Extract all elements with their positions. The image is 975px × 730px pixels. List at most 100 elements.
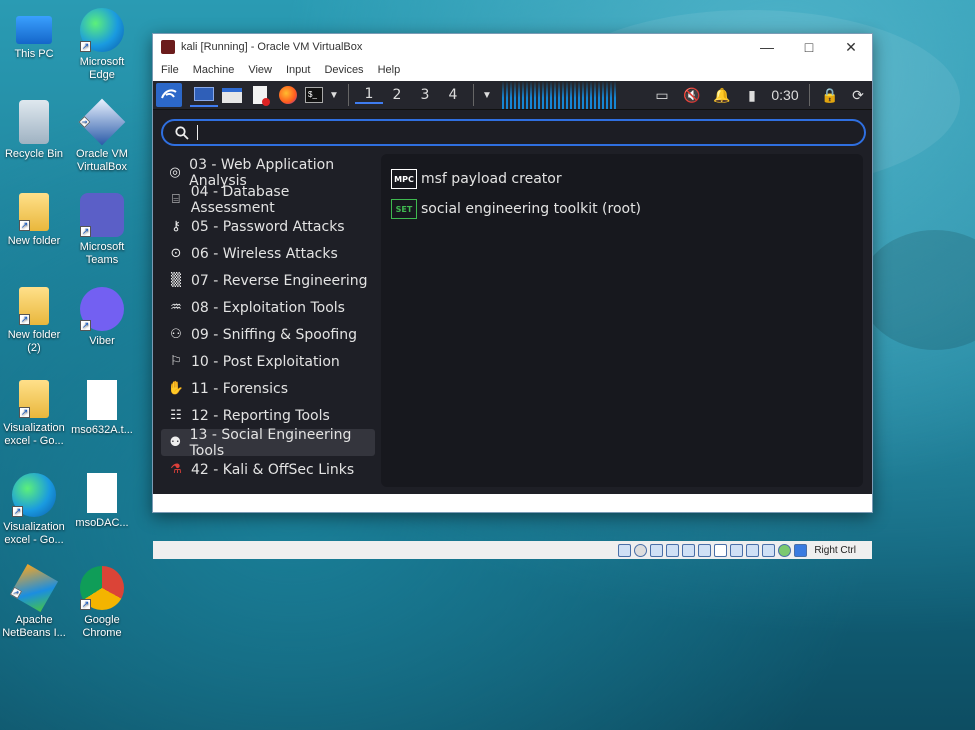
volume-muted-icon[interactable]: 🔇 <box>677 83 707 107</box>
category-item[interactable]: ⚉ 13 - Social Engineering Tools <box>161 426 375 459</box>
cpu-graph <box>502 81 618 109</box>
category-label: 05 - Password Attacks <box>191 218 345 235</box>
category-item[interactable]: ⚷ 05 - Password Attacks <box>161 213 375 240</box>
terminal-icon[interactable]: $_ <box>302 83 326 107</box>
menu-file[interactable]: File <box>161 64 179 76</box>
chevron-down-icon[interactable]: ▼ <box>480 83 494 107</box>
menu-bar: File Machine View Input Devices Help <box>153 60 872 80</box>
workspace-2[interactable]: 2 <box>383 87 411 103</box>
folder-icon: ↗ <box>19 380 49 418</box>
desktop-shortcut-label: New folder <box>7 235 61 247</box>
file-manager-icon[interactable] <box>218 83 246 107</box>
category-item[interactable]: ♒ 08 - Exploitation Tools <box>161 294 375 321</box>
category-items: ◎ 03 - Web Application Analysis ⌸ 04 - Data… <box>161 157 375 483</box>
category-label: 09 - Sniffing & Spoofing <box>191 326 358 343</box>
vbox-statusbar: Right Ctrl <box>153 541 872 559</box>
desktop-shortcut[interactable]: Recycle Bin <box>0 100 68 161</box>
mouse-integration-icon[interactable] <box>778 543 792 557</box>
app-search-bar[interactable] <box>161 119 866 146</box>
application-label: social engineering toolkit (root) <box>421 201 642 217</box>
firefox-icon[interactable] <box>274 83 302 107</box>
audio-icon[interactable] <box>650 543 664 557</box>
clock[interactable]: 0:30 <box>767 83 803 107</box>
cpu-icon[interactable] <box>746 543 760 557</box>
desktop-shortcut[interactable]: ↗ Microsoft Edge <box>68 8 136 82</box>
virtualization-icon[interactable] <box>762 543 776 557</box>
desktop-show-icon[interactable] <box>190 83 218 107</box>
close-button[interactable]: ✕ <box>830 39 872 56</box>
desktop-shortcut[interactable]: ↗ Viber <box>68 287 136 348</box>
battery-icon[interactable]: ▮ <box>737 83 767 107</box>
text-editor-icon[interactable] <box>246 83 274 107</box>
desktop-shortcut[interactable]: ↗ Apache NetBeans I... <box>0 563 68 640</box>
workspace-4[interactable]: 4 <box>439 87 467 103</box>
application-item[interactable]: MPC msf payload creator <box>391 164 853 194</box>
application-items: MPC msf payload creator SET social engineer… <box>391 164 853 224</box>
desktop-shortcut-label: Viber <box>89 335 115 347</box>
lock-icon[interactable]: 🔒 <box>816 83 844 107</box>
chevron-down-icon[interactable]: ▼ <box>326 83 342 107</box>
hard-disk-icon[interactable] <box>618 543 632 557</box>
desktop-shortcut-label: msoDAC... <box>75 517 129 529</box>
notification-bell-icon[interactable]: 🔔 <box>707 83 737 107</box>
video-capture-icon[interactable] <box>730 543 744 557</box>
menu-view[interactable]: View <box>248 64 272 76</box>
keyboard-capture-icon[interactable] <box>794 543 808 557</box>
category-item[interactable]: ◎ 03 - Web Application Analysis <box>161 157 375 189</box>
desktop-shortcut[interactable]: ↗ Visualization excel - Go... <box>0 473 68 547</box>
category-item[interactable]: ⚗ 42 - Kali & OffSec Links <box>161 456 375 483</box>
window-title: kali [Running] - Oracle VM VirtualBox <box>181 41 363 53</box>
category-item[interactable]: ⚐ 10 - Post Exploitation <box>161 348 375 375</box>
category-item[interactable]: ☷ 12 - Reporting Tools <box>161 402 375 429</box>
shortcut-arrow-icon: ↗ <box>80 226 91 237</box>
category-item[interactable]: ✋ 11 - Forensics <box>161 375 375 402</box>
host-key-label: Right Ctrl <box>814 544 856 556</box>
category-item[interactable]: ⌸ 04 - Database Assessment <box>161 184 375 216</box>
application-item[interactable]: SET social engineering toolkit (root) <box>391 194 853 224</box>
maximize-button[interactable]: □ <box>788 39 830 55</box>
desktop-shortcut[interactable]: ↗ Microsoft Teams <box>68 193 136 267</box>
usb-icon[interactable] <box>682 543 696 557</box>
category-item[interactable]: ▒ 07 - Reverse Engineering <box>161 267 375 294</box>
database-icon: ⌸ <box>171 192 180 207</box>
workspace-1[interactable]: 1 <box>355 86 383 104</box>
optical-drive-icon[interactable] <box>634 543 648 557</box>
desktop-shortcut[interactable]: This PC <box>0 8 68 61</box>
exploit-icon: ♒ <box>170 300 182 315</box>
category-item[interactable]: ⚇ 09 - Sniffing & Spoofing <box>161 321 375 348</box>
guest-screen[interactable]: $_ ▼ 1 2 3 4 ▼ ▭ 🔇 🔔 ▮ 0:30 🔒 ⟳ ◎ 03 - W… <box>153 81 872 559</box>
desktop-shortcut[interactable]: ↗ New folder (2) <box>0 287 68 355</box>
category-label: 13 - Social Engineering Tools <box>189 426 352 459</box>
desktop-shortcut[interactable]: ↗ Visualization excel - Go... <box>0 380 68 448</box>
display-icon[interactable] <box>714 543 728 557</box>
menu-devices[interactable]: Devices <box>324 64 363 76</box>
virtualbox-app-icon <box>161 40 175 54</box>
category-item[interactable]: ⊙ 06 - Wireless Attacks <box>161 240 375 267</box>
menu-machine[interactable]: Machine <box>193 64 235 76</box>
category-list: ◎ 03 - Web Application Analysis ⌸ 04 - Data… <box>161 154 375 494</box>
category-label: 08 - Exploitation Tools <box>191 299 345 316</box>
logout-icon[interactable]: ⟳ <box>844 83 872 107</box>
desktop-shortcut[interactable]: ↗ Google Chrome <box>68 566 136 640</box>
category-label: 07 - Reverse Engineering <box>191 272 368 289</box>
workspace-3[interactable]: 3 <box>411 87 439 103</box>
minimize-button[interactable]: — <box>746 39 788 55</box>
window-titlebar[interactable]: kali [Running] - Oracle VM VirtualBox — … <box>153 34 872 60</box>
kali-menu-icon[interactable] <box>156 83 182 107</box>
display-icon[interactable]: ▭ <box>647 83 677 107</box>
network-icon[interactable] <box>666 543 680 557</box>
report-icon: ☷ <box>170 408 182 423</box>
panel-separator <box>473 84 474 106</box>
menu-help[interactable]: Help <box>378 64 401 76</box>
desktop-shortcut[interactable]: msoDAC... <box>68 473 136 530</box>
reverse-icon: ▒ <box>171 273 181 288</box>
desktop-shortcut[interactable]: mso632A.t... <box>68 380 136 437</box>
edge-icon: ↗ <box>80 8 124 52</box>
menu-input[interactable]: Input <box>286 64 310 76</box>
key-icon: ⚷ <box>171 219 181 234</box>
desktop-shortcut[interactable]: ↗ New folder <box>0 193 68 248</box>
desktop-shortcut[interactable]: ↗ Oracle VM VirtualBox <box>68 98 136 174</box>
shortcut-arrow-icon: ↗ <box>80 599 91 610</box>
shared-folders-icon[interactable] <box>698 543 712 557</box>
post-exploit-icon: ⚐ <box>170 354 182 369</box>
